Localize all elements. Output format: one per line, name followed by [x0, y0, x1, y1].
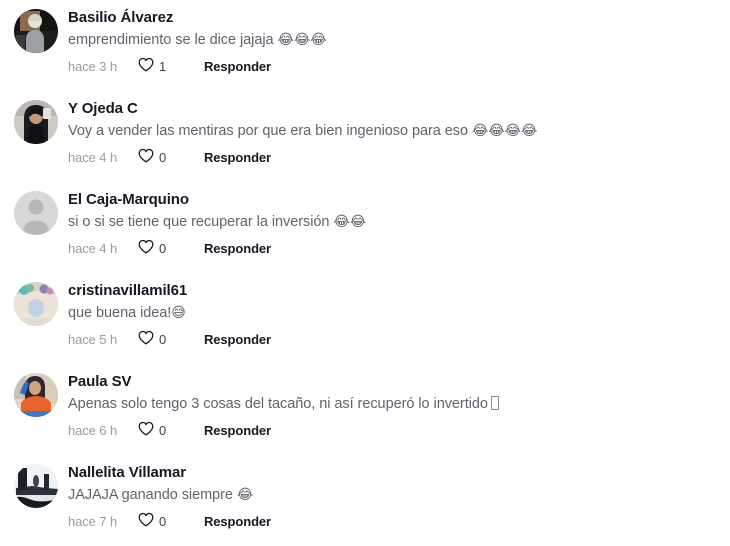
comment-item-3: cristinavillamil61 que buena idea!😅 hace…	[0, 273, 730, 364]
comment-username[interactable]: Paula SV	[68, 372, 730, 391]
comment-meta-row: hace 5 h 0 Responder	[68, 330, 730, 350]
comment-meta-row: hace 6 h 0 Responder	[68, 421, 730, 441]
comment-text-5: JAJAJA ganando siempre 😂	[68, 485, 730, 506]
comment-item-5: Nallelita Villamar JAJAJA ganando siempr…	[0, 455, 730, 546]
comment-item-2: El Caja-Marquino si o si se tiene que re…	[0, 182, 730, 273]
heart-icon[interactable]	[138, 512, 154, 532]
comment-text-4: Apenas solo tengo 3 cosas del tacaño, ni…	[68, 394, 730, 415]
heart-icon[interactable]	[138, 330, 154, 350]
comment-emoji: 😅	[171, 305, 186, 321]
like-button-0[interactable]: 1	[138, 57, 204, 77]
comment-timestamp: hace 5 h	[68, 332, 118, 347]
like-count: 0	[159, 514, 167, 529]
comment-text-body: JAJAJA ganando siempre	[68, 487, 237, 503]
comment-body: Paula SV Apenas solo tengo 3 cosas del t…	[68, 372, 730, 440]
comment-text-body: si o si se tiene que recuperar la invers…	[68, 214, 334, 230]
like-count: 0	[159, 423, 167, 438]
reply-button-5[interactable]: Responder	[204, 513, 271, 531]
heart-icon[interactable]	[138, 57, 154, 77]
comment-username[interactable]: El Caja-Marquino	[68, 190, 730, 209]
comment-text-body: que buena idea!	[68, 305, 172, 321]
comment-emoji: 😂😂	[333, 214, 367, 230]
comment-text-body: emprendimiento se le dice jajaja	[68, 32, 278, 48]
avatar-paula-sv[interactable]	[14, 373, 58, 417]
like-button-5[interactable]: 0	[138, 512, 204, 532]
comment-text-body: Apenas solo tengo 3 cosas del tacaño, ni…	[68, 396, 488, 412]
comment-meta-row: hace 3 h 1 Responder	[68, 57, 730, 77]
like-button-3[interactable]: 0	[138, 330, 204, 350]
missing-glyph-box	[490, 396, 499, 410]
comment-timestamp: hace 4 h	[68, 150, 118, 165]
comment-username[interactable]: Nallelita Villamar	[68, 463, 730, 482]
comment-body: Y Ojeda C Voy a vender las mentiras por …	[68, 99, 730, 167]
avatar-cristinavillamil61[interactable]	[14, 282, 58, 326]
reply-button-4[interactable]: Responder	[204, 422, 271, 440]
comment-meta-row: hace 4 h 0 Responder	[68, 148, 730, 168]
like-button-1[interactable]: 0	[138, 148, 204, 168]
heart-icon[interactable]	[138, 148, 154, 168]
comment-body: Nallelita Villamar JAJAJA ganando siempr…	[68, 463, 730, 531]
reply-button-1[interactable]: Responder	[204, 149, 271, 167]
comment-timestamp: hace 7 h	[68, 514, 118, 529]
comment-text-3: que buena idea!😅	[68, 303, 730, 324]
comment-timestamp: hace 6 h	[68, 423, 118, 438]
like-button-4[interactable]: 0	[138, 421, 204, 441]
comment-emoji: 😂😂😂😂	[471, 123, 538, 139]
like-button-2[interactable]: 0	[138, 239, 204, 259]
comment-username[interactable]: Y Ojeda C	[68, 99, 730, 118]
comments-list: Basilio Álvarez emprendimiento se le dic…	[0, 0, 730, 546]
heart-icon[interactable]	[138, 239, 154, 259]
comment-meta-row: hace 7 h 0 Responder	[68, 512, 730, 532]
comment-item-1: Y Ojeda C Voy a vender las mentiras por …	[0, 91, 730, 182]
comment-emoji: 😂	[236, 487, 254, 503]
reply-button-2[interactable]: Responder	[204, 240, 271, 258]
like-count: 1	[159, 59, 167, 74]
like-count: 0	[159, 332, 167, 347]
comment-text-2: si o si se tiene que recuperar la invers…	[68, 212, 730, 233]
comment-timestamp: hace 4 h	[68, 241, 118, 256]
comment-username[interactable]: cristinavillamil61	[68, 281, 730, 300]
avatar-y-ojeda-c[interactable]	[14, 100, 58, 144]
comment-text-0: emprendimiento se le dice jajaja 😂😂😂	[68, 30, 730, 51]
comment-item-0: Basilio Álvarez emprendimiento se le dic…	[0, 0, 730, 91]
heart-icon[interactable]	[138, 421, 154, 441]
avatar-nallelita-villamar[interactable]	[14, 464, 58, 508]
comment-timestamp: hace 3 h	[68, 59, 118, 74]
avatar-basilio-alvarez[interactable]	[14, 9, 58, 53]
comment-body: Basilio Álvarez emprendimiento se le dic…	[68, 8, 730, 76]
comment-username[interactable]: Basilio Álvarez	[68, 8, 730, 27]
reply-button-0[interactable]: Responder	[204, 58, 271, 76]
comment-text-1: Voy a vender las mentiras por que era bi…	[68, 121, 730, 142]
comment-text-body: Voy a vender las mentiras por que era bi…	[68, 123, 472, 139]
comment-meta-row: hace 4 h 0 Responder	[68, 239, 730, 259]
comment-body: cristinavillamil61 que buena idea!😅 hace…	[68, 281, 730, 349]
like-count: 0	[159, 241, 167, 256]
like-count: 0	[159, 150, 167, 165]
avatar-el-caja-marquino[interactable]	[14, 191, 58, 235]
comment-item-4: Paula SV Apenas solo tengo 3 cosas del t…	[0, 364, 730, 455]
comment-body: El Caja-Marquino si o si se tiene que re…	[68, 190, 730, 258]
reply-button-3[interactable]: Responder	[204, 331, 271, 349]
comment-emoji: 😂😂😂	[277, 32, 327, 48]
